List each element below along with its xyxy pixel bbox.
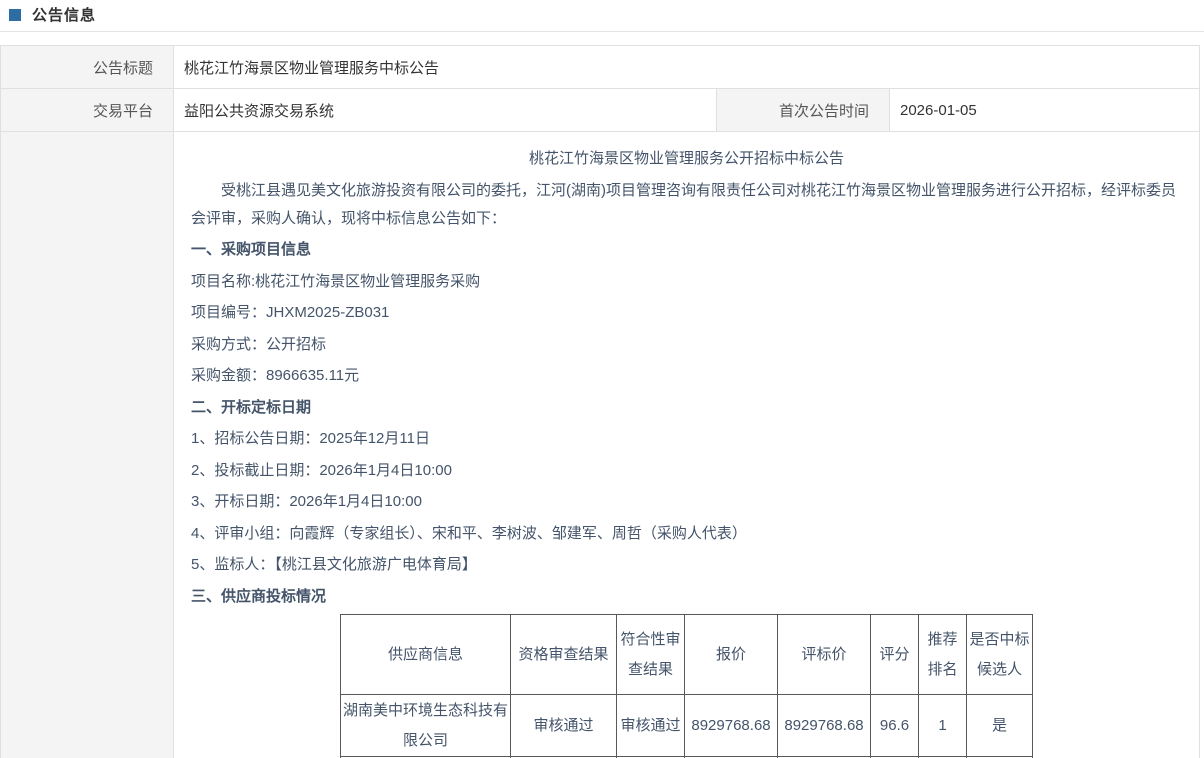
detail-line-supervisor: 5、监标人：【桃江县文化旅游广电体育局】 xyxy=(191,551,1182,579)
info-row-title: 公告标题 桃花江竹海景区物业管理服务中标公告 xyxy=(1,46,1200,89)
bid-header-score: 评分 xyxy=(871,615,919,695)
bid-cell-winner: 是 xyxy=(967,695,1033,757)
content-left-gutter xyxy=(1,132,174,758)
announcement-info-table: 公告标题 桃花江竹海景区物业管理服务中标公告 交易平台 益阳公共资源交易系统 首… xyxy=(0,45,1200,758)
announcement-title-value: 桃花江竹海景区物业管理服务中标公告 xyxy=(174,46,1200,89)
page-header: 公告信息 xyxy=(0,0,1204,32)
section1-heading: 一、采购项目信息 xyxy=(191,236,1182,264)
announcement-title-label: 公告标题 xyxy=(1,46,174,89)
section-marker-icon xyxy=(9,9,21,21)
detail-line-amount: 采购金额：8966635.11元 xyxy=(191,362,1182,390)
bid-header-conformity: 符合性审查结果 xyxy=(617,615,685,695)
bid-cell-conformity: 审核通过 xyxy=(617,695,685,757)
bid-cell-rank: 1 xyxy=(919,695,967,757)
first-announce-time-value: 2026-01-05 xyxy=(890,89,1200,132)
bid-header-eval-price: 评标价 xyxy=(778,615,871,695)
trade-platform-label: 交易平台 xyxy=(1,89,174,132)
doc-title: 桃花江竹海景区物业管理服务公开招标中标公告 xyxy=(191,145,1182,173)
bid-table: 供应商信息 资格审查结果 符合性审查结果 报价 评标价 评分 推荐排名 是否中标… xyxy=(340,614,1033,758)
info-row-platform: 交易平台 益阳公共资源交易系统 首次公告时间 2026-01-05 xyxy=(1,89,1200,132)
detail-line-open-date: 3、开标日期：2026年1月4日10:00 xyxy=(191,488,1182,516)
bid-header-winner: 是否中标候选人 xyxy=(967,615,1033,695)
announcement-body: 桃花江竹海景区物业管理服务公开招标中标公告 受桃江县遇见美文化旅游投资有限公司的… xyxy=(174,132,1200,758)
info-row-content: 桃花江竹海景区物业管理服务公开招标中标公告 受桃江县遇见美文化旅游投资有限公司的… xyxy=(1,132,1200,758)
bid-header-supplier: 供应商信息 xyxy=(341,615,511,695)
bid-cell-price: 8929768.68 xyxy=(685,695,778,757)
detail-line-review-panel: 4、评审小组：向霞辉（专家组长）、宋和平、李树波、邹建军、周哲（采购人代表） xyxy=(191,520,1182,548)
detail-line-notice-date: 1、招标公告日期：2025年12月11日 xyxy=(191,425,1182,453)
bid-table-row: 湖南美中环境生态科技有限公司 审核通过 审核通过 8929768.68 8929… xyxy=(341,695,1033,757)
detail-line-project-no: 项目编号：JHXM2025-ZB031 xyxy=(191,299,1182,327)
announcement-page: 公告信息 公告标题 桃花江竹海景区物业管理服务中标公告 交易平台 益阳公共资源交… xyxy=(0,0,1204,758)
trade-platform-value: 益阳公共资源交易系统 xyxy=(174,89,717,132)
bid-table-header-row: 供应商信息 资格审查结果 符合性审查结果 报价 评标价 评分 推荐排名 是否中标… xyxy=(341,615,1033,695)
detail-line-method: 采购方式：公开招标 xyxy=(191,331,1182,359)
bid-header-price: 报价 xyxy=(685,615,778,695)
intro-paragraph: 受桃江县遇见美文化旅游投资有限公司的委托，江河(湖南)项目管理咨询有限责任公司对… xyxy=(191,177,1182,233)
page-title: 公告信息 xyxy=(32,4,96,25)
bid-header-rank: 推荐排名 xyxy=(919,615,967,695)
first-announce-time-label: 首次公告时间 xyxy=(717,89,890,132)
section2-heading: 二、开标定标日期 xyxy=(191,394,1182,422)
bid-cell-eval-price: 8929768.68 xyxy=(778,695,871,757)
bid-cell-supplier: 湖南美中环境生态科技有限公司 xyxy=(341,695,511,757)
detail-line-project-name: 项目名称:桃花江竹海景区物业管理服务采购 xyxy=(191,268,1182,296)
section3-heading: 三、供应商投标情况 xyxy=(191,583,1182,611)
detail-line-deadline: 2、投标截止日期：2026年1月4日10:00 xyxy=(191,457,1182,485)
bid-cell-score: 96.6 xyxy=(871,695,919,757)
bid-cell-qualification: 审核通过 xyxy=(511,695,617,757)
bid-header-qualification: 资格审查结果 xyxy=(511,615,617,695)
